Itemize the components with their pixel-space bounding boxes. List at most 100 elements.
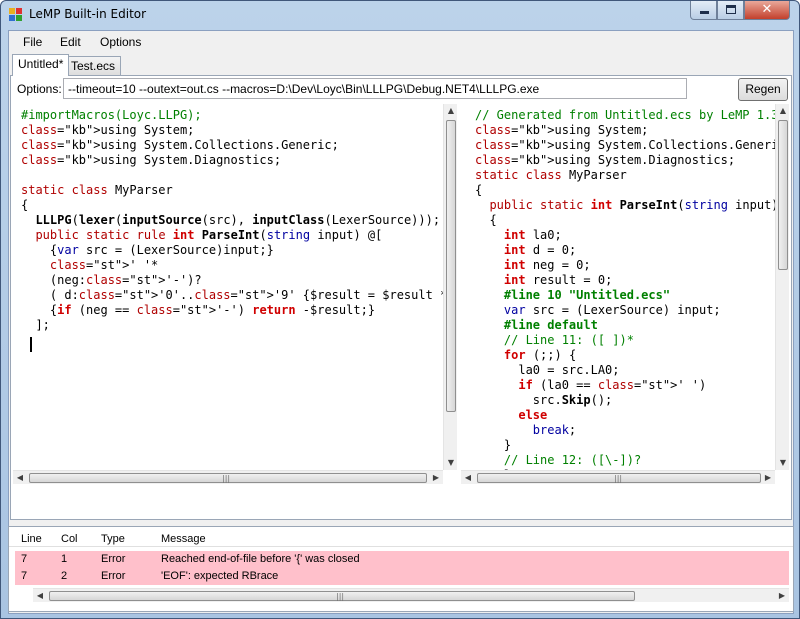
text-caret	[30, 337, 32, 352]
code-line[interactable]: class="kb">using System.Diagnostics;	[21, 153, 443, 168]
scroll-arrow-icon[interactable]: ◀	[33, 589, 47, 603]
output-vscroll-thumb[interactable]	[778, 120, 788, 270]
code-line[interactable]: {	[475, 213, 775, 228]
code-line[interactable]	[21, 168, 443, 183]
error-list-header: Line Col Type Message	[9, 527, 793, 547]
scroll-arrow-icon[interactable]: ◀	[461, 471, 475, 485]
scroll-arrow-icon[interactable]: ▲	[444, 104, 458, 118]
code-line[interactable]: la0 = src.LA0;	[475, 363, 775, 378]
error-row[interactable]: 7 2 Error 'EOF': expected RBrace	[15, 568, 789, 585]
error-row[interactable]: 7 1 Error Reached end-of-file before '{'…	[15, 551, 789, 568]
code-line[interactable]: var src = (LexerSource) input;	[475, 303, 775, 318]
column-col[interactable]: Col	[61, 533, 78, 545]
input-vertical-scrollbar[interactable]: ▲ ▼	[443, 104, 457, 470]
minimize-icon	[700, 11, 709, 14]
input-vscroll-thumb[interactable]	[446, 120, 456, 412]
scroll-arrow-icon[interactable]: ▼	[444, 456, 458, 470]
code-line[interactable]: {if (neg == class="st">'-') return -$res…	[21, 303, 443, 318]
regen-button[interactable]: Regen	[738, 78, 788, 101]
tab-untitled[interactable]: Untitled*	[12, 54, 70, 76]
code-line[interactable]: class="kb">using System.Collections.Gene…	[475, 138, 775, 153]
error-col: 2	[61, 570, 68, 582]
code-line[interactable]: ( d:class="st">'0'..class="st">'9' {$res…	[21, 288, 443, 303]
code-line[interactable]: int la0;	[475, 228, 775, 243]
code-line[interactable]: }	[475, 438, 775, 453]
column-type[interactable]: Type	[101, 533, 125, 545]
options-label: Options:	[17, 82, 62, 96]
code-line[interactable]: {var src = (LexerSource)input;}	[21, 243, 443, 258]
code-line[interactable]: class="kb">using System;	[475, 123, 775, 138]
editor-window: LeMP Built-in Editor ✕ File Edit Options…	[0, 0, 800, 619]
code-line[interactable]: // Line 11: ([ ])*	[475, 333, 775, 348]
code-line[interactable]: #importMacros(Loyc.LLPG);	[21, 108, 443, 123]
input-editor[interactable]: #importMacros(Loyc.LLPG); class="kb">usin…	[13, 104, 443, 470]
minimize-button[interactable]	[690, 1, 717, 20]
grip-icon: |||	[336, 592, 345, 601]
tab-page: Options: --timeout=10 --outext=out.cs --…	[10, 75, 792, 520]
code-line[interactable]: class="st">' '*	[21, 258, 443, 273]
title-bar[interactable]: LeMP Built-in Editor ✕	[1, 1, 799, 29]
menu-options[interactable]: Options	[100, 35, 141, 49]
close-icon: ✕	[761, 2, 773, 17]
output-hscroll-thumb[interactable]: |||	[477, 473, 761, 483]
scroll-arrow-icon[interactable]: ◀	[13, 471, 27, 485]
code-line[interactable]: class="kb">using System.Diagnostics;	[475, 153, 775, 168]
menu-file[interactable]: File	[23, 35, 42, 49]
scroll-arrow-icon[interactable]: ▶	[775, 589, 789, 603]
scroll-arrow-icon[interactable]: ▼	[776, 456, 790, 470]
tab-test-ecs[interactable]: Test.ecs	[65, 56, 122, 76]
close-button[interactable]: ✕	[744, 1, 790, 20]
error-hscroll-thumb[interactable]: |||	[49, 591, 635, 601]
code-line[interactable]: #line 10 "Untitled.ecs"	[475, 288, 775, 303]
error-list[interactable]: Line Col Type Message 7 1 Error Reached …	[8, 526, 794, 612]
code-line[interactable]	[21, 333, 443, 348]
code-line[interactable]: class="kb">using System;	[21, 123, 443, 138]
app-icon	[9, 8, 23, 22]
output-horizontal-scrollbar[interactable]: ◀ ||| ▶	[461, 470, 775, 484]
column-message[interactable]: Message	[161, 533, 206, 545]
code-line[interactable]: #line default	[475, 318, 775, 333]
output-editor[interactable]: // Generated from Untitled.ecs by LeMP 1…	[461, 104, 775, 470]
code-line[interactable]: // Generated from Untitled.ecs by LeMP 1…	[475, 108, 775, 123]
maximize-button[interactable]	[717, 1, 744, 20]
code-line[interactable]: // Line 12: ([\-])?	[475, 453, 775, 468]
code-line[interactable]: public static int ParseInt(string input)	[475, 198, 775, 213]
scroll-arrow-icon[interactable]: ▶	[761, 471, 775, 485]
grip-icon: |||	[614, 474, 623, 483]
output-code[interactable]: // Generated from Untitled.ecs by LeMP 1…	[475, 108, 775, 470]
code-line[interactable]: {	[21, 198, 443, 213]
menu-edit[interactable]: Edit	[60, 35, 81, 49]
column-line[interactable]: Line	[21, 533, 42, 545]
code-line[interactable]: break;	[475, 423, 775, 438]
code-line[interactable]: static class MyParser	[21, 183, 443, 198]
window-title: LeMP Built-in Editor	[29, 7, 147, 21]
code-line[interactable]: int result = 0;	[475, 273, 775, 288]
menu-bar: File Edit Options	[9, 31, 793, 53]
input-horizontal-scrollbar[interactable]: ◀ ||| ▶	[13, 470, 443, 484]
code-line[interactable]: ];	[21, 318, 443, 333]
code-line[interactable]: {	[475, 183, 775, 198]
error-line: 7	[21, 553, 28, 565]
code-line[interactable]: int d = 0;	[475, 243, 775, 258]
code-line[interactable]: else	[475, 408, 775, 423]
input-code[interactable]: #importMacros(Loyc.LLPG); class="kb">usin…	[21, 108, 443, 348]
scroll-arrow-icon[interactable]: ▲	[776, 104, 790, 118]
code-line[interactable]: static class MyParser	[475, 168, 775, 183]
scroll-arrow-icon[interactable]: ▶	[429, 471, 443, 485]
error-type: Error	[101, 553, 126, 565]
code-line[interactable]: for (;;) {	[475, 348, 775, 363]
error-horizontal-scrollbar[interactable]: ◀ ||| ▶	[33, 588, 789, 602]
output-vertical-scrollbar[interactable]: ▲ ▼	[775, 104, 789, 470]
code-line[interactable]: LLLPG(lexer(inputSource(src), inputClass…	[21, 213, 443, 228]
maximize-icon	[726, 5, 736, 14]
code-line[interactable]: int neg = 0;	[475, 258, 775, 273]
code-line[interactable]: if (la0 == class="st">' ')	[475, 378, 775, 393]
code-line[interactable]: (neg:class="st">'-')?	[21, 273, 443, 288]
options-input[interactable]: --timeout=10 --outext=out.cs --macros=D:…	[63, 78, 687, 99]
code-line[interactable]: class="kb">using System.Collections.Gene…	[21, 138, 443, 153]
error-line: 7	[21, 570, 28, 582]
code-line[interactable]: public static rule int ParseInt(string i…	[21, 228, 443, 243]
code-line[interactable]: src.Skip();	[475, 393, 775, 408]
error-type: Error	[101, 570, 126, 582]
input-hscroll-thumb[interactable]: |||	[29, 473, 427, 483]
